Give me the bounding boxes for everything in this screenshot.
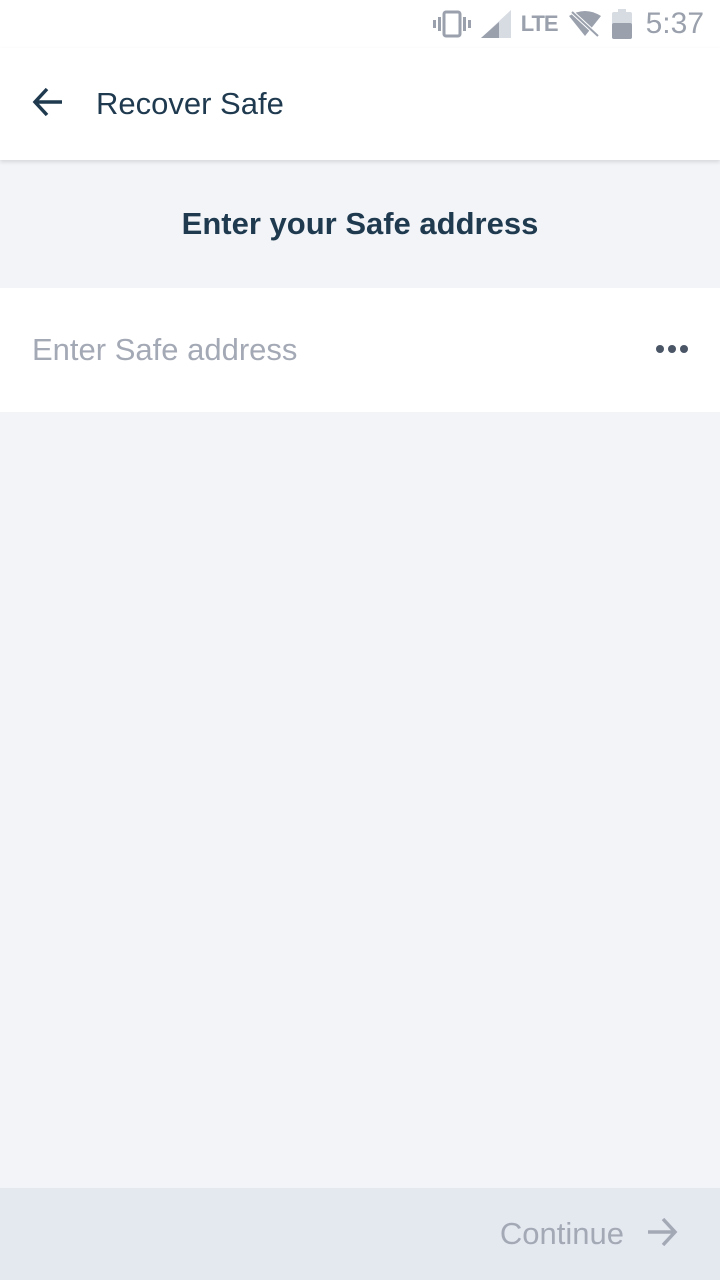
safe-address-input[interactable]	[32, 332, 648, 368]
arrow-right-icon	[646, 1216, 678, 1253]
app-bar: Recover Safe	[0, 48, 720, 160]
page-title: Recover Safe	[96, 86, 284, 121]
arrow-left-icon	[32, 86, 64, 123]
address-input-row	[0, 288, 720, 412]
status-bar: LTE 5:37	[0, 0, 720, 48]
continue-button[interactable]: Continue	[500, 1216, 678, 1253]
section-heading: Enter your Safe address	[181, 206, 539, 241]
more-options-button[interactable]	[648, 326, 696, 374]
continue-label: Continue	[499, 1216, 624, 1251]
heading-section: Enter your Safe address	[0, 160, 720, 288]
recover-safe-screen: LTE 5:37 Recover Safe Enter your Safe ad…	[0, 0, 720, 1280]
bottom-bar: Continue	[0, 1188, 720, 1280]
cell-signal-icon	[480, 10, 511, 38]
back-button[interactable]	[0, 48, 96, 160]
wifi-off-icon	[568, 10, 602, 38]
network-type-label: LTE	[520, 11, 559, 36]
more-horizontal-icon	[655, 341, 689, 359]
battery-icon	[611, 9, 632, 39]
status-time: 5:37	[645, 7, 704, 40]
vibrate-icon	[432, 10, 471, 38]
